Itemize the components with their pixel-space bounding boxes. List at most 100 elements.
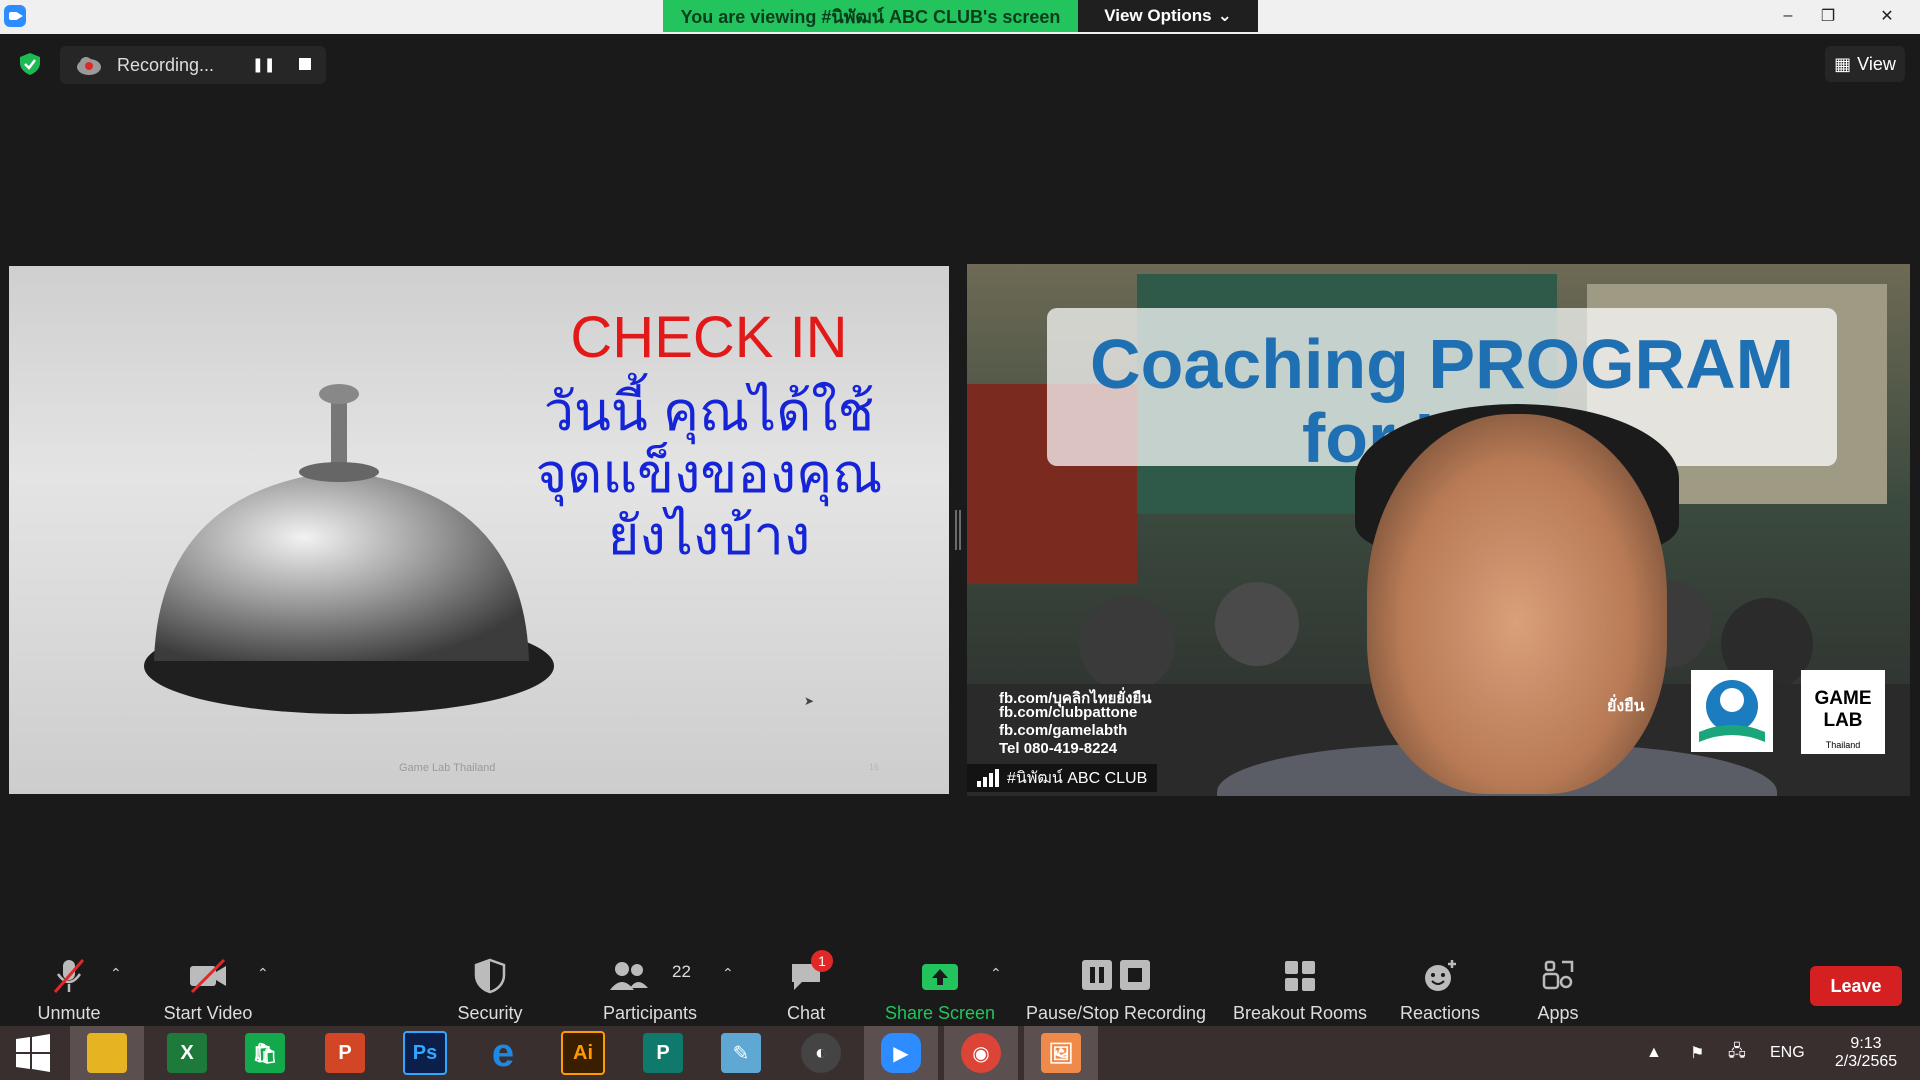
restore-button[interactable]: ❐ [1808, 0, 1848, 32]
breakout-rooms-button[interactable]: Breakout Rooms [1230, 946, 1370, 1026]
illustrator-icon: Ai [561, 1031, 605, 1075]
security-shield-icon [474, 958, 506, 994]
leave-label: Leave [1830, 975, 1882, 996]
taskbar-excel[interactable]: X [150, 1026, 224, 1080]
pane-splitter-handle[interactable] [954, 510, 962, 550]
share-screen-label: Share Screen [884, 1003, 996, 1023]
language-label: ENG [1770, 1044, 1805, 1061]
logo-side-text: ยั่งยืน [1607, 698, 1645, 715]
clock-date: 2/3/2565 [1834, 1053, 1898, 1070]
security-button[interactable]: Security [440, 946, 540, 1026]
view-options-button[interactable]: View Options ⌄ [1078, 0, 1258, 32]
reactions-button[interactable]: Reactions [1390, 946, 1490, 1026]
share-options-chevron-icon[interactable]: ⌃ [990, 965, 1002, 982]
recording-indicator: Recording... [60, 46, 326, 84]
chat-button[interactable]: 1 Chat [766, 946, 846, 1026]
security-label: Security [457, 1003, 523, 1023]
apps-icon [1542, 960, 1574, 990]
zoom-icon: ▶ [881, 1033, 921, 1073]
start-video-button[interactable]: Start Video [148, 946, 268, 1026]
publisher-icon: P [643, 1033, 683, 1073]
photoshop-icon: Ps [403, 1031, 447, 1075]
internet-explorer-icon: e [491, 1030, 515, 1075]
chat-label: Chat [786, 1003, 826, 1023]
paint-icon: ✎ [721, 1033, 761, 1073]
apps-button[interactable]: Apps [1518, 946, 1598, 1026]
start-button[interactable] [0, 1026, 66, 1080]
viewing-banner: You are viewing #นิพัฒน์ ABC CLUB's scre… [663, 0, 1078, 32]
reactions-smiley-icon [1425, 960, 1456, 991]
powerpoint-icon: P [325, 1033, 365, 1073]
taskbar-internet-explorer[interactable]: e [466, 1026, 540, 1080]
taskbar-publisher[interactable]: P [626, 1026, 700, 1080]
video-options-chevron-icon[interactable]: ⌃ [257, 965, 269, 982]
coaching-title: Coaching PROGRAM [1090, 325, 1794, 403]
contact-line: fb.com/clubpattone [999, 704, 1138, 721]
taskbar-store[interactable]: 🛍 [228, 1026, 302, 1080]
encryption-shield-icon[interactable] [18, 52, 42, 76]
view-label: View [1857, 53, 1896, 74]
recording-label: Recording... [117, 55, 215, 75]
chevron-down-icon: ⌄ [1217, 6, 1232, 25]
taskbar-explorer[interactable] [70, 1026, 144, 1080]
store-icon: 🛍 [245, 1033, 285, 1073]
breakout-rooms-label: Breakout Rooms [1232, 1003, 1368, 1023]
pause-recording-button[interactable]: ❚❚ [252, 56, 275, 72]
taskbar-chrome[interactable]: ◉ [944, 1026, 1018, 1080]
video-off-icon [190, 958, 226, 994]
language-indicator[interactable]: ENG [1770, 1026, 1805, 1080]
title-bar: You are viewing #นิพัฒน์ ABC CLUB's scre… [0, 0, 1920, 34]
close-button[interactable]: ✕ [1862, 0, 1912, 32]
taskbar-photoshop[interactable]: Ps [388, 1026, 462, 1080]
start-video-label: Start Video [163, 1003, 253, 1023]
taskbar-meeting-app[interactable]: 🖼 [1024, 1026, 1098, 1080]
shared-screen-pane[interactable]: CHECK IN วันนี้ คุณได้ใช้ จุดแข็งของคุณ … [9, 266, 949, 794]
photoscape-icon: ◐ [801, 1033, 841, 1073]
signal-strength-icon [977, 769, 999, 787]
stop-recording-button[interactable] [299, 58, 311, 70]
contact-line: fb.com/gamelabth [999, 722, 1128, 739]
network-icon[interactable]: 🖧 [1728, 1026, 1746, 1080]
participants-options-chevron-icon[interactable]: ⌃ [722, 965, 734, 982]
participants-button[interactable]: 22 Participants [590, 946, 710, 1026]
breakout-rooms-icon [1285, 961, 1315, 991]
view-layout-button[interactable]: ▦ View [1825, 46, 1905, 82]
show-hidden-icons-button[interactable]: ▲ [1646, 1026, 1662, 1080]
taskbar-photoscape[interactable]: ◐ [784, 1026, 858, 1080]
pause-stop-icon [1082, 960, 1150, 990]
game-lab-logo: GAME LAB Thailand [1801, 670, 1885, 754]
audio-options-chevron-icon[interactable]: ⌃ [110, 965, 122, 982]
ocean-logo-icon [1691, 670, 1773, 752]
pause-stop-recording-button[interactable]: Pause/Stop Recording [1024, 946, 1208, 1026]
clock-time: 9:13 [1850, 1035, 1882, 1052]
pause-stop-label: Pause/Stop Recording [1025, 1003, 1207, 1023]
game-lab-logo-text: GAME LAB [1814, 688, 1872, 731]
minimize-button[interactable]: – [1768, 0, 1808, 32]
leave-meeting-button[interactable]: Leave [1810, 966, 1902, 1006]
system-clock[interactable]: 9:13 2/3/2565 [1826, 1026, 1906, 1080]
action-center-flag-icon[interactable]: ⚑ [1690, 1026, 1704, 1080]
restore-icon: ❐ [1820, 8, 1836, 25]
cloud-recording-icon [77, 57, 101, 75]
slide-heading: CHECK IN [570, 305, 848, 370]
unmute-button[interactable]: Unmute [20, 946, 118, 1026]
meeting-app-icon: 🖼 [1041, 1033, 1081, 1073]
chrome-icon: ◉ [961, 1033, 1001, 1073]
share-screen-button[interactable]: Share Screen [880, 946, 1000, 1026]
participant-video-pane[interactable]: Coaching PROGRAM for Le er fb.com/บุคลิก… [967, 264, 1910, 796]
taskbar-powerpoint[interactable]: P [308, 1026, 382, 1080]
person-face [1367, 414, 1667, 794]
game-lab-logo-subtext: Thailand [1825, 740, 1861, 750]
participant-name-tag: #นิพัฒน์ ABC CLUB [967, 764, 1158, 792]
taskbar-paint[interactable]: ✎ [704, 1026, 778, 1080]
taskbar-illustrator[interactable]: Ai [546, 1026, 620, 1080]
grid-view-icon: ▦ [1834, 53, 1852, 74]
participant-name: #นิพัฒน์ ABC CLUB [1007, 769, 1148, 787]
contact-line: Tel 080-419-8224 [999, 740, 1118, 757]
folder-icon [87, 1033, 127, 1073]
chevron-up-icon: ▲ [1646, 1044, 1662, 1061]
unmute-label: Unmute [37, 1003, 101, 1023]
taskbar-zoom[interactable]: ▶ [864, 1026, 938, 1080]
meeting-toolbar: Unmute ⌃ Start Video ⌃ Security 22 Parti… [0, 946, 1920, 1026]
participants-icon [610, 962, 648, 990]
